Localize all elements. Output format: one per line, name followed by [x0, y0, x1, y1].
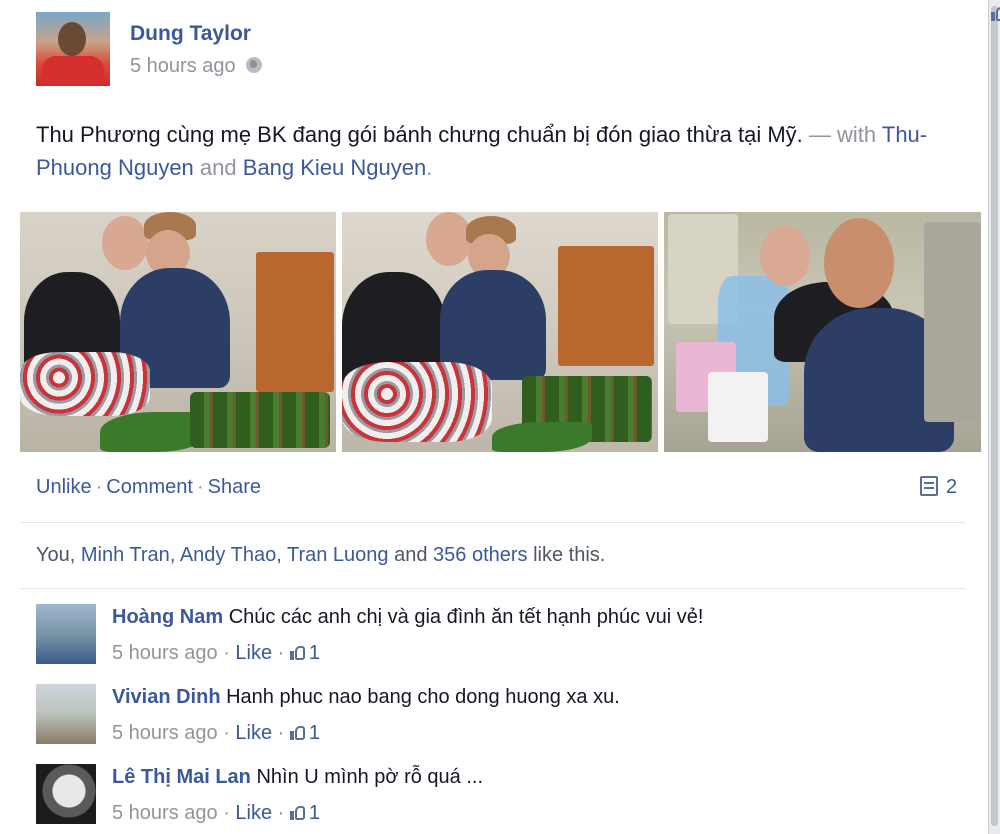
- commenter-avatar[interactable]: [36, 684, 96, 744]
- man-head: [824, 218, 894, 308]
- comment-link[interactable]: Comment: [106, 476, 193, 498]
- wooden-board: [256, 252, 334, 392]
- commenter-avatar[interactable]: [36, 604, 96, 664]
- post-message-text: Thu Phương cùng mẹ BK đang gói bánh chưn…: [36, 122, 803, 147]
- comment-time[interactable]: 5 hours ago: [112, 642, 218, 664]
- comment-like-count[interactable]: 1: [289, 642, 321, 664]
- commenter-name[interactable]: Hoàng Nam: [112, 606, 223, 628]
- scrollbar-thumb[interactable]: [991, 6, 1000, 826]
- comment-meta: 5 hours ago · Like · 1: [112, 802, 321, 824]
- commenter-name[interactable]: Vivian Dinh: [112, 686, 221, 708]
- tagged-user-2[interactable]: Bang Kieu Nguyen: [243, 155, 426, 180]
- comment-like-count-value: 1: [308, 722, 321, 744]
- comment-text: Chúc các anh chị và gia đình ăn tết hạnh…: [228, 606, 704, 628]
- post-photo-3[interactable]: [664, 212, 981, 452]
- post-photo-1[interactable]: [20, 212, 336, 452]
- commenter-avatar[interactable]: [36, 764, 96, 824]
- comment-meta: 5 hours ago · Like · 1: [112, 722, 321, 744]
- likes-others-link[interactable]: 356 others: [433, 544, 528, 566]
- comment-item: Vivian Dinh Hanh phuc nao bang cho dong …: [36, 684, 966, 750]
- post-message: Thu Phương cùng mẹ BK đang gói bánh chưn…: [36, 118, 966, 184]
- liker-3[interactable]: Tran Luong: [287, 544, 389, 566]
- floral-pants: [342, 362, 492, 442]
- tag-and: and: [199, 155, 237, 180]
- author-name[interactable]: Dung Taylor: [130, 22, 251, 46]
- liker-1[interactable]: Minh Tran: [81, 544, 170, 566]
- action-dot: ·: [95, 476, 103, 498]
- comment-text: Nhìn U mình pờ rỗ quá ...: [256, 766, 484, 788]
- comment-like-count-value: 1: [308, 802, 321, 824]
- comment-like-link[interactable]: Like: [235, 642, 272, 664]
- comment-item: Lê Thị Mai Lan Nhìn U mình pờ rỗ quá ...…: [36, 764, 966, 830]
- avatar-face: [58, 22, 86, 56]
- comment-body: Vivian Dinh Hanh phuc nao bang cho dong …: [112, 686, 620, 709]
- globe-icon[interactable]: [245, 57, 262, 73]
- post-timestamp: 5 hours ago: [130, 55, 262, 78]
- comment-text: Hanh phuc nao bang cho dong huong xa xu.: [226, 686, 620, 708]
- comment-item: Hoàng Nam Chúc các anh chị và gia đình ă…: [36, 604, 966, 670]
- comment-time[interactable]: 5 hours ago: [112, 802, 218, 824]
- floral-pants: [20, 352, 150, 416]
- post-time-text[interactable]: 5 hours ago: [130, 55, 236, 77]
- thumbs-up-icon: [289, 725, 306, 741]
- comment-meta: 5 hours ago · Like · 1: [112, 642, 321, 664]
- likes-you: You: [36, 544, 70, 566]
- banana-leaf: [492, 422, 592, 452]
- thumbs-up-icon: [289, 645, 306, 661]
- comment-like-count-value: 1: [308, 642, 321, 664]
- author-avatar[interactable]: [36, 12, 110, 86]
- likes-summary: You, Minh Tran, Andy Thao, Tran Luong an…: [36, 544, 606, 566]
- comment-count-value: 2: [946, 476, 958, 498]
- cabinet: [924, 222, 981, 422]
- comment-like-count[interactable]: 1: [289, 722, 321, 744]
- comment-like-count[interactable]: 1: [289, 802, 321, 824]
- avatar-shirt: [42, 56, 104, 86]
- comment-like-link[interactable]: Like: [235, 722, 272, 744]
- commenter-name[interactable]: Lê Thị Mai Lan: [112, 766, 251, 788]
- liker-2[interactable]: Andy Thao: [180, 544, 276, 566]
- comment-like-link[interactable]: Like: [235, 802, 272, 824]
- unlike-link[interactable]: Unlike: [36, 476, 92, 498]
- post-actions: Unlike · Comment · Share: [36, 476, 261, 499]
- divider: [20, 588, 966, 589]
- tag-period: .: [426, 155, 433, 180]
- comment-count[interactable]: 2: [920, 476, 957, 499]
- with-separator: — with: [808, 122, 877, 147]
- banh-chung-pile: [190, 392, 330, 448]
- comment-icon: [920, 476, 938, 496]
- comment-body: Lê Thị Mai Lan Nhìn U mình pờ rỗ quá ...: [112, 766, 483, 789]
- post-photo-2[interactable]: [342, 212, 658, 452]
- likes-suffix: like this.: [533, 544, 606, 566]
- wooden-board: [558, 246, 654, 366]
- comment-time[interactable]: 5 hours ago: [112, 722, 218, 744]
- post-card: Dung Taylor 5 hours ago Thu Phương cùng …: [0, 0, 989, 834]
- woman-head: [102, 216, 148, 270]
- action-dot: ·: [196, 476, 204, 498]
- white-bucket: [708, 372, 768, 442]
- woman-head: [760, 226, 810, 286]
- comment-body: Hoàng Nam Chúc các anh chị và gia đình ă…: [112, 606, 703, 629]
- vertical-scrollbar[interactable]: [989, 0, 1000, 834]
- likes-and: and: [394, 544, 428, 566]
- share-link[interactable]: Share: [208, 476, 261, 498]
- divider: [20, 522, 966, 523]
- thumbs-up-icon: [289, 805, 306, 821]
